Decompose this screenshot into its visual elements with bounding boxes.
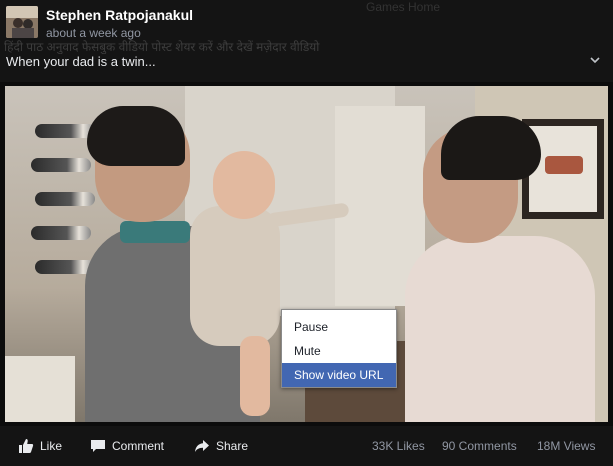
comments-count[interactable]: 90 Comments (442, 426, 517, 466)
post-header: Games Home Stephen Ratpojanakul about a … (0, 0, 613, 82)
author-avatar[interactable] (6, 6, 38, 38)
scene-person-left-hair (87, 106, 185, 166)
thumbs-up-icon (18, 438, 34, 454)
author-name[interactable]: Stephen Ratpojanakul (46, 7, 193, 23)
wine-bottle (31, 226, 91, 240)
menu-item-show-video-url[interactable]: Show video URL (282, 363, 396, 387)
comment-button[interactable]: Comment (90, 426, 164, 466)
scene-person-right-body (405, 236, 595, 422)
post-caption: When your dad is a twin... (6, 54, 156, 69)
wine-bottle (35, 124, 95, 138)
post-action-bar: Like Comment Share 33K Likes 90 Comments… (0, 426, 613, 466)
share-arrow-icon (194, 438, 210, 454)
menu-item-mute[interactable]: Mute (282, 339, 396, 363)
share-label: Share (216, 439, 249, 453)
scene-person-right-hair (441, 116, 541, 180)
comment-icon (90, 438, 106, 454)
comment-label: Comment (112, 439, 165, 453)
video-context-menu: Pause Mute Show video URL (281, 309, 397, 388)
wine-bottle (31, 158, 91, 172)
wine-bottle (35, 192, 95, 206)
scene-picture-cow (545, 156, 583, 174)
background-ghost-text: हिंदी पाठ अनुवाद फेसबुक वीडियो पोस्ट शेय… (4, 40, 320, 54)
background-nav-text: Games Home (366, 0, 441, 14)
likes-count[interactable]: 33K Likes (372, 426, 425, 466)
like-label: Like (40, 439, 63, 453)
scene-baby-leg (240, 336, 270, 416)
video-player[interactable]: Pause Mute Show video URL (5, 86, 608, 422)
share-button[interactable]: Share (194, 426, 248, 466)
menu-item-pause[interactable]: Pause (282, 315, 396, 339)
scene-chair (5, 356, 75, 422)
scene-baby-body (190, 206, 280, 346)
views-count: 18M Views (537, 439, 596, 453)
chevron-down-icon[interactable] (589, 54, 601, 69)
like-button[interactable]: Like (18, 426, 62, 466)
avatar-photo-icon (6, 6, 38, 38)
scene-baby-head (213, 151, 275, 219)
scene-person-left-collar (120, 221, 190, 243)
